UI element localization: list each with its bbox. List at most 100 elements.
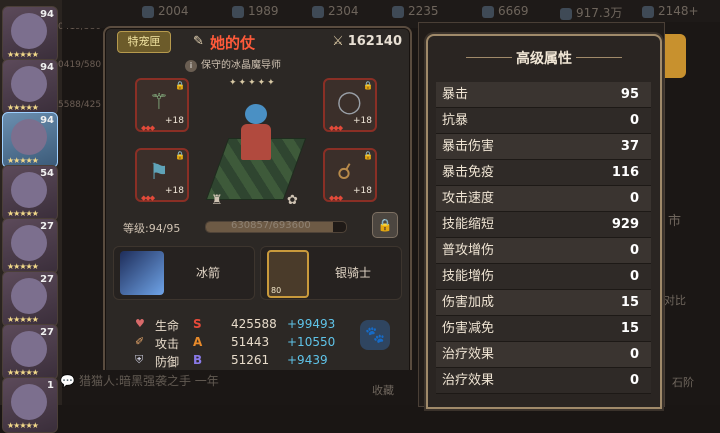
attribute-row: 技能缩短 929: [436, 212, 651, 238]
exp-text: 630857/693600: [231, 220, 311, 231]
equip-slot-necklace[interactable]: 🔒 ☌ +18 ◆◆◆: [323, 148, 377, 202]
hero-level: 94: [40, 62, 54, 73]
skill-card[interactable]: 冰箭: [113, 246, 255, 300]
hero-hp-label: 5588/425: [58, 100, 102, 110]
attribute-name: 抗暴: [442, 113, 469, 128]
attribute-name: 治疗效果: [442, 347, 495, 362]
hero-level: 1: [47, 380, 54, 391]
base-stats: ♥ 生命 S 425588 +99493 ✐ 攻击 A 51443 +10550…: [113, 313, 353, 377]
pet-box-button[interactable]: 特宠匣: [117, 31, 171, 53]
pet-icon: ✿: [287, 193, 298, 208]
level-label: 等级:94/95: [123, 222, 181, 235]
hero-roster: 94 ★★★★★ 94 ★★★★★ 94 ★★★★★ 54 ★★★★★ 27 ★★★★★ 27 ★★★…: [0, 0, 101, 433]
gem-sockets: ◆◆◆: [141, 194, 155, 202]
gem-icon: [482, 5, 494, 18]
crossed-swords-icon: ⚔: [332, 34, 344, 49]
paw-icon[interactable]: 🐾: [360, 320, 390, 350]
resource-value: 2148+: [658, 4, 699, 18]
stat-row-defense: ⛨ 防御 B 51261 +9439: [113, 353, 353, 371]
attribute-row: 暴击免疫 116: [436, 160, 651, 186]
lock-icon: 🔒: [175, 151, 185, 160]
resource-value: 2304: [328, 4, 359, 18]
robe-icon: ⚑: [149, 160, 169, 185]
compare-label[interactable]: 对比: [664, 292, 686, 308]
attribute-name: 伤害加成: [442, 295, 495, 310]
stat-value: 51261: [231, 353, 270, 367]
ring-icon: ◯: [337, 90, 362, 115]
hero-stars: ★★★★★: [7, 103, 39, 112]
attribute-name: 治疗效果: [442, 373, 495, 388]
gem-icon: [142, 5, 154, 18]
hero-slot[interactable]: 27 ★★★★★: [2, 218, 58, 274]
equip-slot-armor[interactable]: 🔒 ⚑ +18 ◆◆◆: [135, 148, 189, 202]
side-tab-button[interactable]: [662, 34, 686, 78]
hero-slot[interactable]: 27 ★★★★★: [2, 271, 58, 327]
hero-slot[interactable]: 94 ★★★★★: [2, 112, 58, 168]
gem-icon: [642, 5, 654, 18]
attribute-value: 15: [620, 295, 639, 310]
combat-power: ⚔ 162140: [332, 34, 402, 49]
advanced-attributes-panel: 高级属性 暴击 95 抗暴 0 暴击伤害 37 暴击免疫 116 攻击速度 0 技能缩短 929 普攻增…: [426, 34, 662, 409]
hero-level: 94: [40, 9, 54, 20]
stat-bonus: +10550: [287, 335, 336, 349]
chat-text: 猎猫人:暗黑强袭之手 一年: [78, 374, 219, 388]
mount-card[interactable]: 80 银骑士: [260, 246, 402, 300]
enhance-level: +18: [353, 186, 372, 196]
attribute-name: 暴击免疫: [442, 165, 495, 180]
character-sprite[interactable]: [235, 104, 275, 166]
gem-sockets: ◆◆◆: [141, 124, 155, 132]
attribute-value: 37: [620, 139, 639, 154]
attributes-list[interactable]: 暴击 95 抗暴 0 暴击伤害 37 暴击免疫 116 攻击速度 0 技能缩短 929 普攻增伤 0 技能增…: [436, 82, 651, 394]
stat-grade: S: [193, 317, 202, 331]
hero-slot[interactable]: 94 ★★★★★: [2, 59, 58, 115]
equip-slot-ring[interactable]: 🔒 ◯ +18 ◆◆◆: [323, 78, 377, 132]
attribute-name: 暴击伤害: [442, 139, 495, 154]
hero-stars: ★★★★★: [7, 421, 39, 430]
attribute-name: 伤害减免: [442, 321, 495, 336]
stat-grade: B: [193, 353, 203, 367]
mount-icon: 80: [267, 250, 309, 298]
resource-value: 2004: [158, 4, 189, 18]
attribute-row: 普攻增伤 0: [436, 238, 651, 264]
attributes-title: 高级属性: [516, 51, 572, 67]
chat-bubble-icon: 💬: [60, 374, 75, 388]
stat-name: 生命: [155, 319, 180, 333]
enhance-level: +18: [353, 116, 372, 126]
hero-stars: ★★★★★: [7, 156, 39, 165]
attribute-value: 0: [629, 269, 639, 284]
hero-slot[interactable]: 94 ★★★★★: [2, 6, 58, 62]
hero-slot[interactable]: 27 ★★★★★: [2, 324, 58, 380]
attribute-value: 0: [629, 243, 639, 258]
enhance-level: +18: [165, 116, 184, 126]
character-name: 她的仗: [210, 34, 256, 52]
hero-level: 27: [40, 274, 54, 285]
hero-level: 27: [40, 327, 54, 338]
gem-icon: [312, 5, 324, 18]
stat-value: 425588: [231, 317, 277, 331]
attribute-row: 伤害加成 15: [436, 290, 651, 316]
chat-tab[interactable]: 收藏: [372, 382, 394, 398]
ice-arrow-icon: [120, 251, 164, 295]
heart-icon: ♥: [135, 317, 145, 330]
totem-icon: ♜: [211, 193, 223, 208]
enhance-level: +18: [165, 186, 184, 196]
mount-level: 80: [271, 286, 282, 295]
attribute-row: 暴击 95: [436, 82, 651, 108]
character-panel: 特宠匣 ✎ 她的仗 ⚔ 162140 i 保守的冰晶魔导师 ✦✦✦✦✦ 🔒 ⚚ +1…: [103, 26, 412, 386]
hero-level: 27: [40, 221, 54, 232]
hero-slot[interactable]: 1 ★★★★★: [2, 377, 58, 433]
attribute-row: 治疗效果 0: [436, 368, 651, 394]
info-icon[interactable]: i: [185, 60, 197, 72]
staff-icon: ⚚: [149, 90, 169, 115]
rename-icon[interactable]: ✎: [193, 34, 204, 49]
chat-message[interactable]: 💬 猎猫人:暗黑强袭之手 一年: [60, 372, 219, 389]
lock-button[interactable]: 🔒: [372, 212, 398, 238]
hero-slot[interactable]: 54 ★★★★★: [2, 165, 58, 221]
title-divider: [576, 57, 622, 58]
lock-icon: 🔒: [363, 81, 373, 90]
equip-slot-weapon[interactable]: 🔒 ⚚ +18 ◆◆◆: [135, 78, 189, 132]
side-label-bottom[interactable]: 石阶: [672, 374, 694, 390]
side-label[interactable]: 市: [668, 210, 681, 229]
gem-sockets: ◆◆◆: [329, 124, 343, 132]
stat-row-hp: ♥ 生命 S 425588 +99493: [113, 317, 353, 335]
